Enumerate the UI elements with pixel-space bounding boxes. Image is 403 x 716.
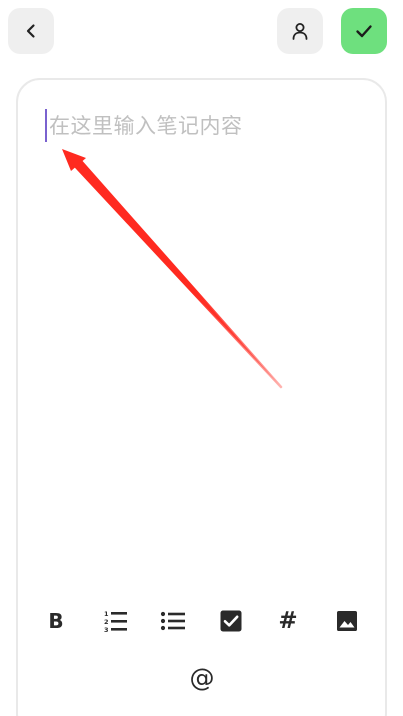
checkbox-button[interactable] <box>216 606 246 636</box>
mention-button[interactable]: @ <box>185 660 219 694</box>
tag-button[interactable]: # <box>273 606 303 636</box>
chevron-left-icon <box>26 24 35 38</box>
bullet-list-button[interactable] <box>158 606 188 636</box>
user-button[interactable] <box>277 8 323 54</box>
ordered-list-icon: 1 2 3 <box>104 610 127 633</box>
text-caret <box>45 109 47 142</box>
checkbox-icon <box>220 610 242 632</box>
back-button[interactable] <box>8 8 54 54</box>
image-icon <box>337 611 357 631</box>
svg-text:1: 1 <box>104 610 109 618</box>
tag-label: # <box>278 608 298 634</box>
note-content-input[interactable]: 在这里输入笔记内容 <box>49 112 243 140</box>
user-icon <box>292 23 308 40</box>
note-editor-screen: 在这里输入笔记内容 B 1 2 3 # @ <box>0 0 403 716</box>
bullet-list-icon <box>160 611 185 631</box>
ordered-list-button[interactable]: 1 2 3 <box>100 606 130 636</box>
svg-text:2: 2 <box>104 618 109 626</box>
bold-button[interactable]: B <box>41 606 71 636</box>
svg-text:3: 3 <box>104 626 109 633</box>
confirm-button[interactable] <box>341 8 387 54</box>
check-icon <box>356 25 372 38</box>
bold-label: B <box>48 609 64 633</box>
mention-label: @ <box>189 662 215 692</box>
image-button[interactable] <box>332 606 362 636</box>
